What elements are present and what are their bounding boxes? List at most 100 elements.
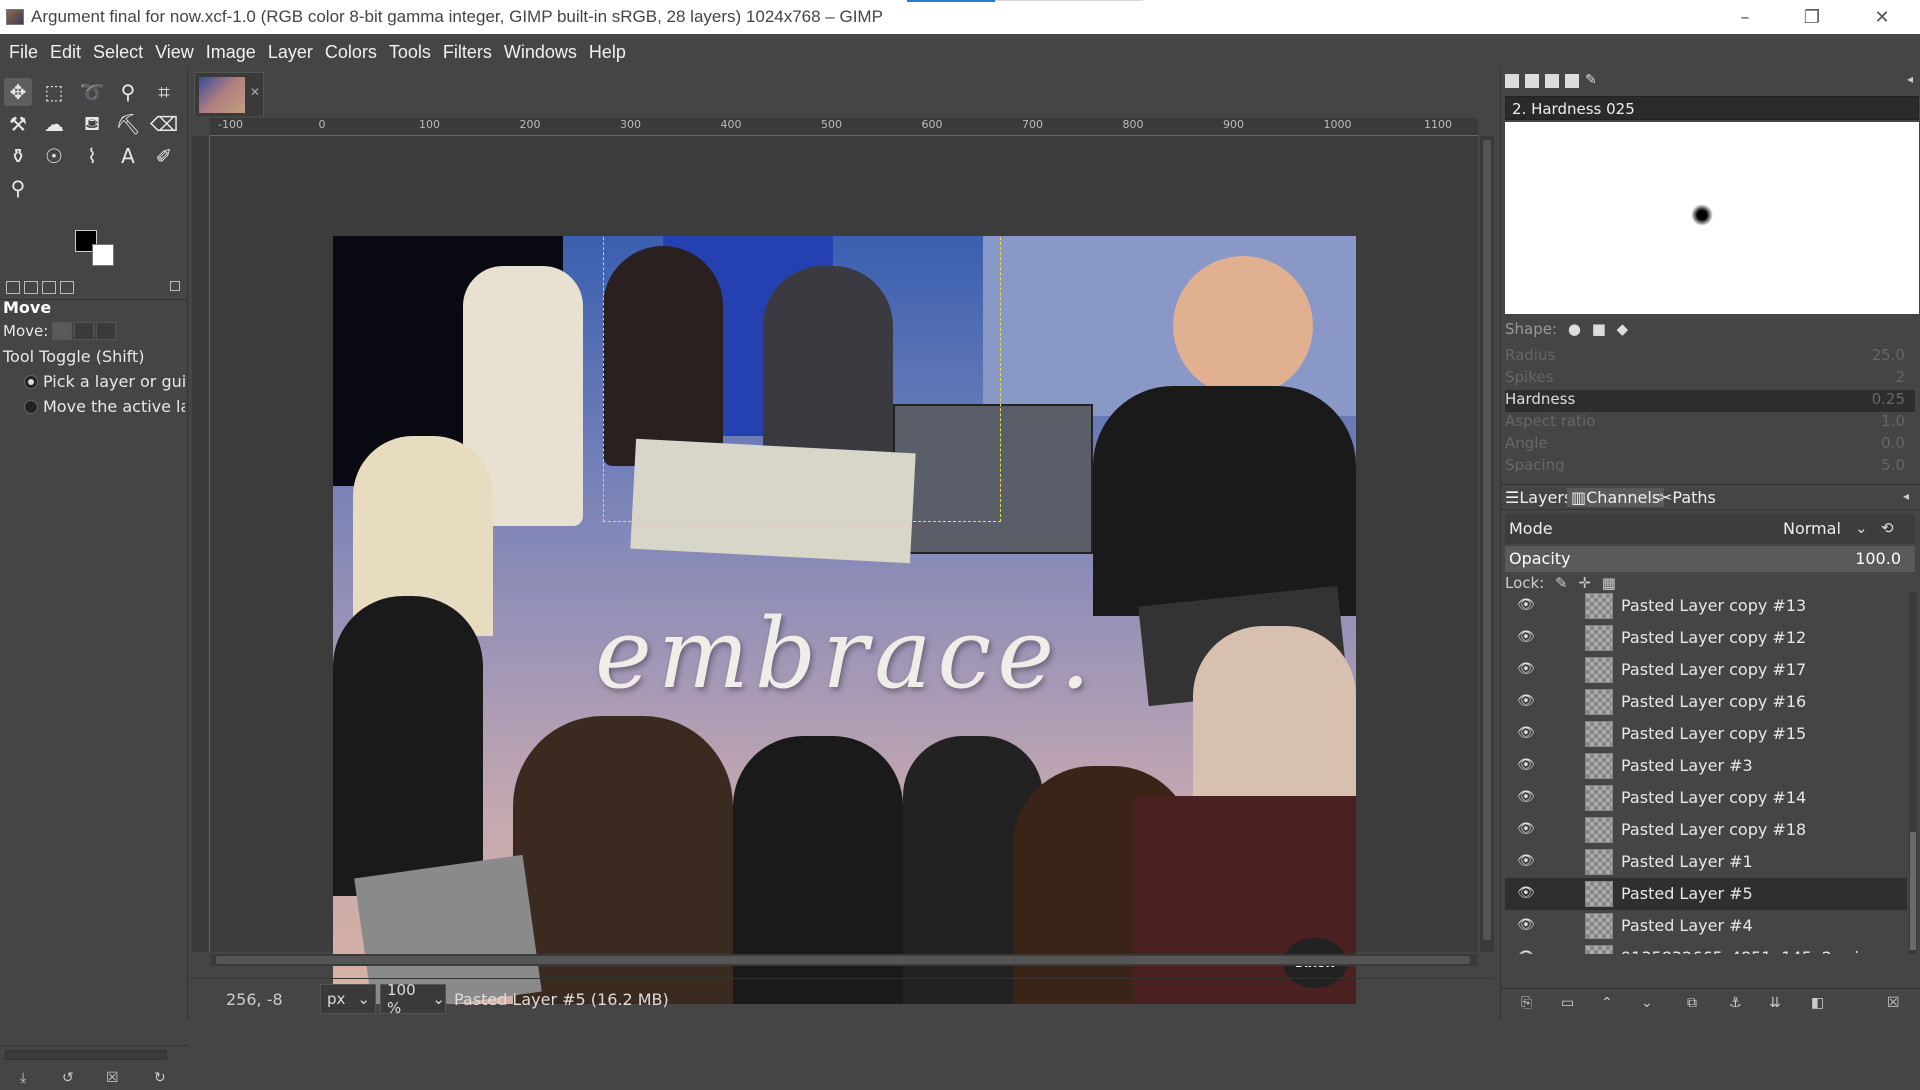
brush-name-field[interactable]: 2. Hardness 025 (1505, 96, 1919, 120)
layer-row[interactable]: 👁 Pasted Layer copy #13 (1505, 592, 1907, 622)
layer-list-scroll-thumb[interactable] (1910, 832, 1916, 950)
new-layer-group-icon[interactable]: ▭ (1561, 995, 1574, 1011)
visibility-eye-icon[interactable]: 👁 (1517, 693, 1535, 709)
duplicate-layer-icon[interactable]: ⧉ (1687, 995, 1697, 1011)
save-options-icon[interactable]: ⤓ (20, 1070, 26, 1086)
shape-circle-icon[interactable]: ● (1568, 320, 1581, 338)
layer-row[interactable]: 👁 9135832665_4851e145e2_o.jpg copy (1505, 942, 1907, 954)
eraser-icon[interactable]: ⌫ (150, 110, 178, 138)
dock-menu-icon[interactable]: ◂ (1907, 72, 1913, 86)
lower-layer-icon[interactable]: ⌄ (1641, 995, 1653, 1011)
clone-icon[interactable]: ⚱ (4, 142, 32, 170)
move-active-layer-radio[interactable] (24, 400, 38, 414)
layer-name[interactable]: Pasted Layer #4 (1621, 916, 1753, 935)
dock-menu-icon[interactable]: ◂ (1903, 489, 1909, 503)
layer-name[interactable]: Pasted Layer copy #12 (1621, 628, 1806, 647)
horizontal-scroll-thumb[interactable] (216, 956, 1470, 964)
tab-channels[interactable]: ▥Channels (1567, 488, 1665, 507)
visibility-eye-icon[interactable]: 👁 (1517, 725, 1535, 741)
opacity-slider[interactable]: Opacity 100.0 (1505, 546, 1915, 572)
opacity-value[interactable]: 100.0 (1855, 549, 1901, 568)
visibility-eye-icon[interactable]: 👁 (1517, 853, 1535, 869)
background-color-swatch[interactable] (92, 244, 114, 266)
layer-row[interactable]: 👁 Pasted Layer copy #12 (1505, 622, 1907, 654)
visibility-eye-icon[interactable]: 👁 (1517, 629, 1535, 645)
menu-windows[interactable]: Windows (498, 42, 583, 63)
visibility-eye-icon[interactable]: 👁 (1517, 949, 1535, 954)
visibility-eye-icon[interactable]: 👁 (1517, 661, 1535, 677)
move-active-layer-label[interactable]: Move the active layer (43, 397, 185, 416)
raise-layer-icon[interactable]: ⌃ (1601, 995, 1613, 1011)
tab-paths[interactable]: ✂Paths (1659, 488, 1716, 507)
fonts-tab-icon[interactable] (1545, 74, 1559, 88)
layer-name[interactable]: Pasted Layer #5 (1621, 884, 1753, 903)
image-tab[interactable]: ✕ (194, 72, 264, 116)
hardness-param[interactable]: Hardness 0.25 (1505, 390, 1915, 412)
menu-view[interactable]: View (149, 42, 200, 63)
delete-layer-icon[interactable]: ☒ (1887, 995, 1900, 1011)
shape-diamond-icon[interactable]: ◆ (1617, 320, 1629, 338)
zoom-select[interactable]: 100 % ⌄ (380, 981, 446, 1017)
restore-options-icon[interactable]: ↺ (62, 1070, 74, 1086)
close-window-button[interactable]: ✕ (1852, 0, 1912, 34)
image-canvas[interactable]: embrace. DIXON (333, 236, 1356, 1004)
tool-options-tab-icon[interactable] (6, 281, 20, 294)
images-tab-icon[interactable] (60, 281, 74, 294)
unit-select[interactable]: px ⌄ (320, 984, 376, 1014)
layer-row[interactable]: 👁 Pasted Layer #5 (1505, 878, 1907, 910)
dock-menu-icon[interactable] (170, 281, 180, 291)
brush-editor-tab-icon[interactable]: ✎ (1585, 72, 1597, 88)
fuzzy-select-icon[interactable]: ⚲ (114, 78, 142, 106)
lasso-icon[interactable]: ➰ (78, 78, 106, 106)
bucket-fill-icon[interactable]: ⛾ (78, 110, 106, 138)
pick-layer-label[interactable]: Pick a layer or guide (43, 372, 185, 391)
menu-tools[interactable]: Tools (383, 42, 437, 63)
text-tool-icon[interactable]: A (114, 142, 142, 170)
layer-name[interactable]: Pasted Layer #3 (1621, 756, 1753, 775)
patterns-tab-icon[interactable] (1525, 74, 1539, 88)
color-picker-icon[interactable]: ✐ (150, 142, 178, 170)
visibility-eye-icon[interactable]: 👁 (1517, 757, 1535, 773)
tab-layers[interactable]: ☰Layers (1505, 488, 1572, 507)
merge-down-icon[interactable]: ⇊ (1769, 995, 1781, 1011)
device-status-tab-icon[interactable] (24, 281, 38, 294)
layer-row[interactable]: 👁 Pasted Layer copy #14 (1505, 782, 1907, 814)
menu-file[interactable]: File (3, 42, 44, 63)
menu-edit[interactable]: Edit (44, 42, 87, 63)
heal-icon[interactable]: ⚒ (4, 110, 32, 138)
layer-row[interactable]: 👁 Pasted Layer copy #18 (1505, 814, 1907, 846)
restore-button[interactable]: ❐ (1782, 0, 1842, 34)
move-path-mode-button[interactable] (96, 322, 116, 340)
layer-name[interactable]: Pasted Layer copy #15 (1621, 724, 1806, 743)
document-history-tab-icon[interactable] (1565, 74, 1579, 88)
chevron-down-icon[interactable]: ⌄ (1855, 519, 1868, 537)
new-layer-icon[interactable]: ⎘ (1521, 995, 1532, 1011)
layer-name[interactable]: Pasted Layer copy #17 (1621, 660, 1806, 679)
move-selection-mode-button[interactable] (74, 322, 94, 340)
menu-select[interactable]: Select (87, 42, 149, 63)
menu-help[interactable]: Help (583, 42, 632, 63)
aspect-ratio-param[interactable]: Aspect ratio 1.0 (1505, 412, 1915, 434)
warp-icon[interactable]: ☁ (40, 110, 68, 138)
layer-row[interactable]: 👁 Pasted Layer #1 (1505, 846, 1907, 878)
vertical-scroll-thumb[interactable] (1483, 140, 1491, 940)
angle-param[interactable]: Angle 0.0 (1505, 434, 1915, 456)
pick-layer-radio[interactable] (24, 375, 38, 389)
layer-row[interactable]: 👁 Pasted Layer #3 (1505, 750, 1907, 782)
paths-icon[interactable]: ⌇ (78, 142, 106, 170)
visibility-eye-icon[interactable]: 👁 (1517, 597, 1535, 613)
visibility-eye-icon[interactable]: 👁 (1517, 885, 1535, 901)
layer-name[interactable]: 9135832665_4851e145e2_o.jpg copy (1621, 948, 1907, 954)
zoom-icon[interactable]: ⚲ (4, 174, 32, 202)
rect-select-icon[interactable]: ⬚ (40, 78, 68, 106)
minimize-button[interactable]: – (1715, 0, 1775, 34)
undo-history-tab-icon[interactable] (42, 281, 56, 294)
brushes-tab-icon[interactable] (1505, 74, 1519, 88)
close-image-tab-icon[interactable]: ✕ (250, 85, 260, 99)
spacing-param[interactable]: Spacing 5.0 (1505, 456, 1915, 472)
layer-name[interactable]: Pasted Layer #1 (1621, 852, 1753, 871)
menu-image[interactable]: Image (200, 42, 262, 63)
menu-layer[interactable]: Layer (262, 42, 319, 63)
menu-colors[interactable]: Colors (319, 42, 383, 63)
visibility-eye-icon[interactable]: 👁 (1517, 789, 1535, 805)
